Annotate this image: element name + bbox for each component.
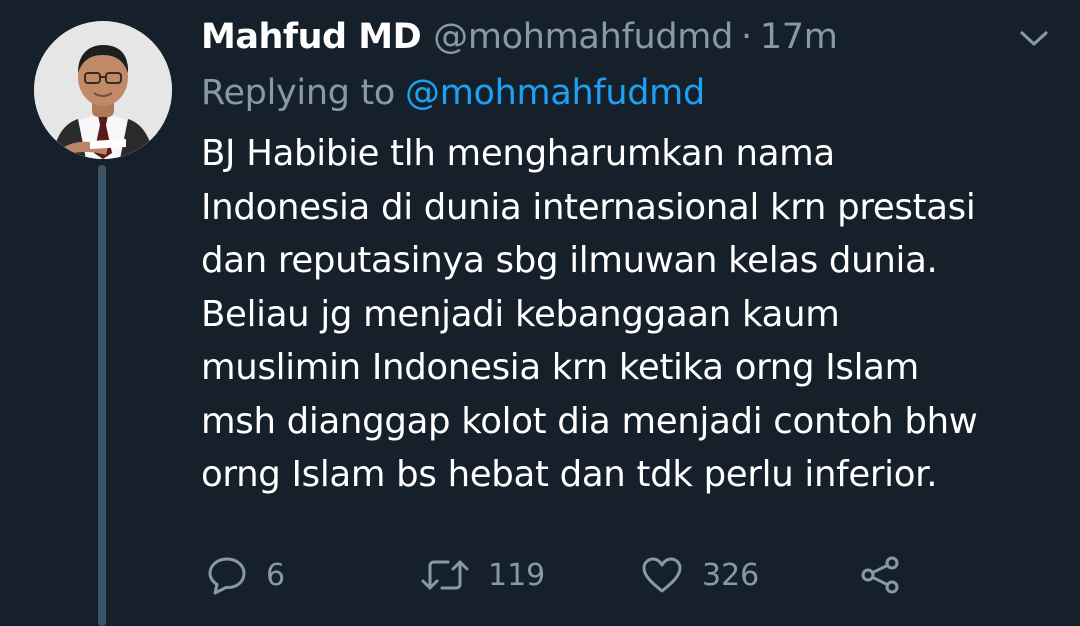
tweet-text-line: Indonesia di dunia internasional krn pre… bbox=[201, 186, 976, 228]
avatar[interactable] bbox=[34, 21, 172, 159]
retweet-icon bbox=[420, 554, 470, 596]
tweet[interactable]: Mahfud MD @mohmahfudmd · 17m Replying to… bbox=[0, 0, 1080, 626]
tweet-header: Mahfud MD @mohmahfudmd · 17m bbox=[201, 12, 838, 62]
heart-icon bbox=[640, 554, 684, 596]
like-button[interactable]: 326 bbox=[640, 549, 759, 601]
avatar-photo bbox=[34, 21, 172, 159]
reply-count: 6 bbox=[266, 557, 286, 593]
author-handle[interactable]: @mohmahfudmd bbox=[433, 17, 733, 57]
share-icon bbox=[858, 554, 904, 596]
reply-bubble-icon bbox=[206, 554, 248, 596]
replying-to: Replying to @mohmahfudmd bbox=[201, 70, 705, 116]
retweet-button[interactable]: 119 bbox=[420, 549, 545, 601]
tweet-text-line: orng Islam bs hebat dan tdk perlu inferi… bbox=[201, 454, 938, 495]
chevron-down-icon[interactable] bbox=[1016, 24, 1052, 52]
header-separator: · bbox=[741, 17, 752, 57]
tweet-text-line: dan reputasinya sbg ilmuwan kelas dunia. bbox=[201, 240, 938, 281]
action-bar: 6 119 326 bbox=[0, 549, 1080, 601]
replying-to-handle-link[interactable]: @mohmahfudmd bbox=[405, 73, 705, 113]
tweet-timestamp[interactable]: 17m bbox=[760, 17, 838, 57]
tweet-text-line: Beliau jg menjadi kebanggaan kaum bbox=[201, 293, 840, 335]
tweet-text-line: msh dianggap kolot dia menjadi contoh bh… bbox=[201, 400, 978, 442]
author-name[interactable]: Mahfud MD bbox=[201, 17, 422, 57]
tweet-text-line: BJ Habibie tlh mengharumkan nama bbox=[201, 133, 835, 174]
retweet-count: 119 bbox=[488, 557, 546, 593]
share-button[interactable] bbox=[858, 549, 904, 601]
tweet-text: BJ Habibie tlh mengharumkan nama Indones… bbox=[201, 127, 1061, 502]
like-count: 326 bbox=[702, 557, 760, 593]
reply-button[interactable]: 6 bbox=[206, 549, 285, 601]
tweet-text-line: muslimin Indonesia krn ketika orng Islam bbox=[201, 347, 919, 388]
replying-to-label: Replying to bbox=[201, 73, 396, 113]
